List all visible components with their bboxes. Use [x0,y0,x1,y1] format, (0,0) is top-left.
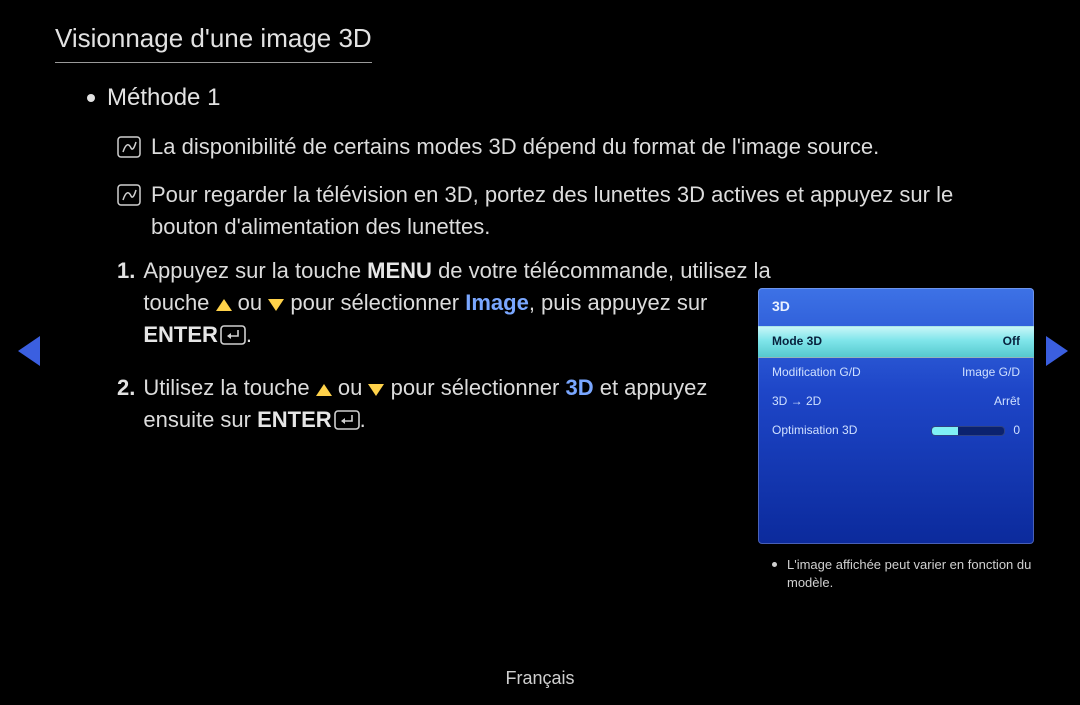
osd-row-label: Modification G/D [772,364,962,381]
note-icon [117,183,141,215]
osd-row-modification-gd[interactable]: Modification G/D Image G/D [758,358,1034,387]
down-arrow-icon [268,299,284,311]
menu-key-label: MENU [367,258,432,283]
osd-row-optimisation-3d[interactable]: Optimisation 3D 0 [758,416,1034,445]
osd-row-3d-to-2d[interactable]: 3D → 2D Arrêt [758,387,1034,416]
osd-row-value: Image G/D [962,364,1020,381]
bullet-icon [772,562,777,567]
osd-row-value: 0 [1013,422,1020,439]
osd-row-mode-3d[interactable]: Mode 3D Off [758,326,1034,357]
note-row: La disponibilité de certains modes 3D dé… [117,131,1025,167]
step-body: Utilisez la touche ou pour sélectionner … [143,372,723,439]
text: Appuyez sur la touche [143,258,367,283]
osd-header: 3D [758,288,1034,326]
caption-text: L'image affichée peut varier en fonction… [787,556,1032,592]
note-row: Pour regarder la télévision en 3D, porte… [117,179,1025,243]
step-number: 2. [117,372,135,404]
text: ou [332,375,369,400]
next-page-arrow[interactable] [1046,336,1068,366]
step-body: Appuyez sur la touche MENU de votre télé… [143,255,783,354]
language-footer: Français [0,665,1080,691]
up-arrow-icon [216,299,232,311]
prev-page-arrow[interactable] [18,336,40,366]
osd-row-label: 3D → 2D [772,393,994,410]
osd-row-value: Arrêt [994,393,1020,410]
note-text: Pour regarder la télévision en 3D, porte… [151,179,1025,243]
highlight-image: Image [465,290,529,315]
method-label: Méthode 1 [107,81,220,116]
enter-key-label: ENTER [257,407,332,432]
text: , puis appuyez sur [529,290,708,315]
osd-slider[interactable] [931,426,1005,436]
text: ou [232,290,269,315]
enter-icon [334,407,360,439]
method-heading: Méthode 1 [87,81,1025,116]
text: . [360,407,366,432]
highlight-3d: 3D [565,375,593,400]
up-arrow-icon [316,384,332,396]
osd-row-label: Optimisation 3D [772,422,931,439]
osd-3d-menu: 3D Mode 3D Off Modification G/D Image G/… [758,288,1034,544]
osd-row-value: Off [1003,333,1020,350]
osd-row-label: Mode 3D [772,333,1003,350]
page-title: Visionnage d'une image 3D [55,20,372,63]
enter-icon [220,322,246,354]
text: pour sélectionner [284,290,465,315]
bullet-icon [87,94,95,102]
osd-caption: L'image affichée peut varier en fonction… [772,556,1032,592]
down-arrow-icon [368,384,384,396]
enter-key-label: ENTER [143,322,218,347]
step-number: 1. [117,255,135,287]
text: . [246,322,252,347]
note-icon [117,135,141,167]
text: Utilisez la touche [143,375,315,400]
note-text: La disponibilité de certains modes 3D dé… [151,131,1025,163]
text: pour sélectionner [384,375,565,400]
